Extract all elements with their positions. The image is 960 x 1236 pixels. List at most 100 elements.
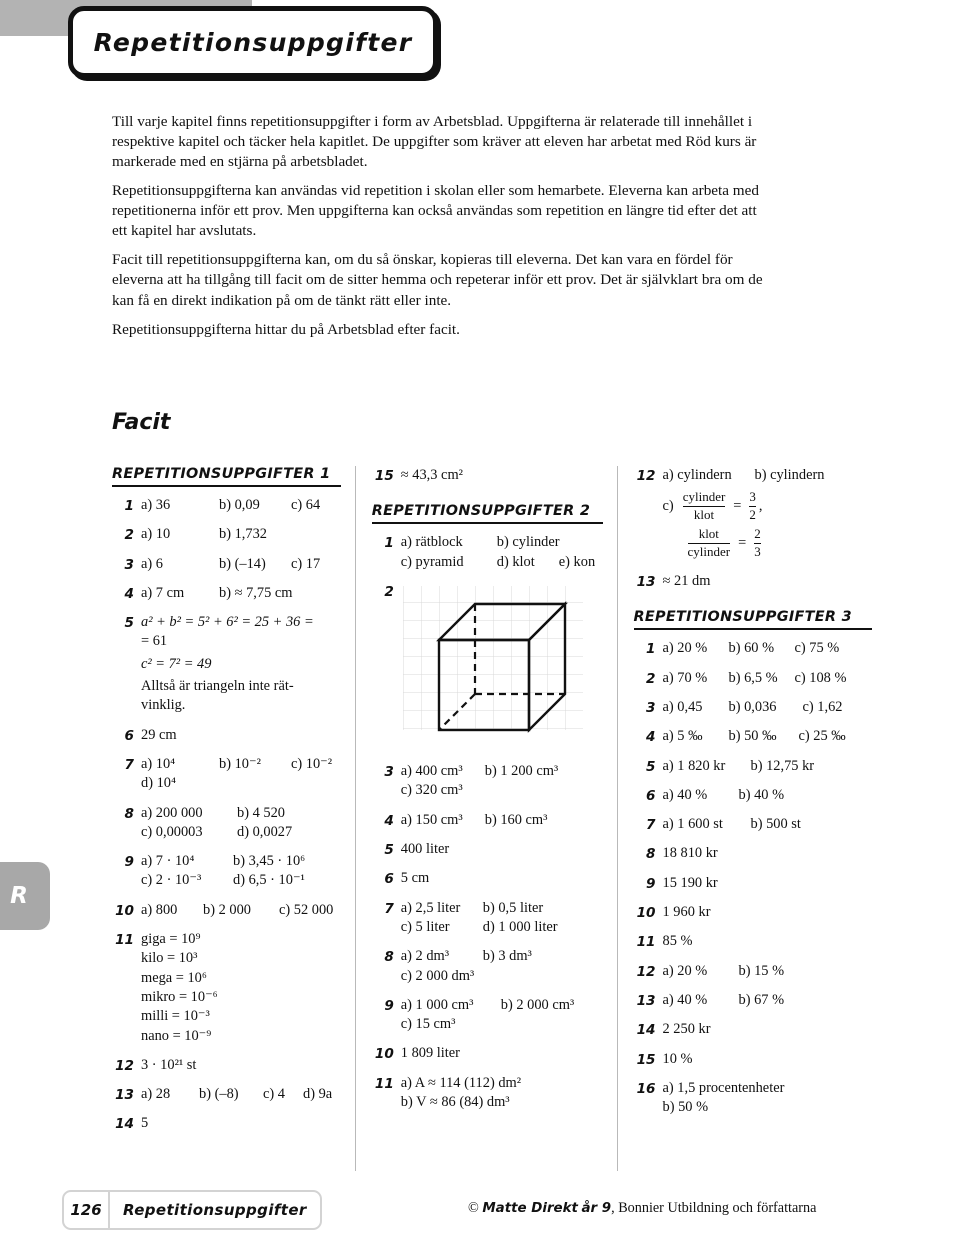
- answer-part: a) 200 000: [141, 804, 203, 821]
- answer-item: 12 a) 20 % b) 15 %: [634, 962, 872, 981]
- answer-line: Alltså är triangeln inte rät-: [141, 678, 294, 695]
- brand-year: år 9: [581, 1201, 612, 1216]
- answer-part: b) 12,75 kr: [750, 757, 815, 774]
- answer-item: 11 giga = 10⁹ kilo = 10³ mega = 10⁶ mikr…: [112, 930, 341, 1046]
- item-number: 3: [646, 699, 656, 716]
- item-number: 2: [646, 670, 656, 687]
- answer-part: b) 160 cm³: [484, 811, 548, 828]
- item-number: 3: [384, 764, 394, 781]
- item-number: 8: [646, 846, 656, 863]
- answer-part: b) 60 %: [728, 640, 775, 657]
- answer-part-label: c): [662, 498, 674, 515]
- answer-line: 5: [141, 1115, 149, 1132]
- answer-part: a) 1 000 cm³: [400, 996, 474, 1013]
- answer-item: 7 a) 10⁴ b) 10⁻² c) 10⁻² d) 10⁴: [112, 755, 341, 794]
- answer-item: 4 a) 150 cm³ b) 160 cm³: [372, 811, 603, 830]
- answer-line: c) 2 000 dm³: [400, 967, 475, 984]
- answer-part: b) 67 %: [738, 991, 785, 1008]
- answer-part: b) 2 000: [203, 901, 251, 918]
- item-number: 13: [636, 574, 656, 591]
- answer-part: a) 40 %: [662, 786, 708, 803]
- answer-item: 6 29 cm: [112, 726, 341, 745]
- intro-paragraph-3: Facit till repetitionsuppgifterna kan, o…: [112, 251, 763, 309]
- answer-item: 9 a) 7 · 10⁴ b) 3,45 · 10⁶ c) 2 · 10⁻³ d…: [112, 852, 341, 891]
- answer-line: ≈ 21 dm: [662, 573, 711, 590]
- answer-part: c) 1,62: [802, 698, 843, 715]
- item-number: 9: [384, 997, 394, 1014]
- fraction-three-halves: 3 2: [749, 489, 756, 523]
- answer-line: b) V ≈ 86 (84) dm³: [400, 1094, 510, 1111]
- brand-name: Matte Direkt: [482, 1201, 578, 1216]
- item-number: 9: [646, 875, 656, 892]
- answer-line: vinklig.: [141, 697, 186, 714]
- equals-sign: =: [738, 534, 747, 551]
- answer-column-3: 12 a) cylindern b) cylindern c) cylinder…: [616, 466, 872, 1171]
- chapter-tab-label: R: [10, 883, 28, 909]
- item-number: 2: [384, 583, 394, 600]
- answer-item: 5 a² + b² = 5² + 6² = 25 + 36 = = 61 c² …: [112, 613, 341, 715]
- answer-part: b) (–8): [199, 1086, 239, 1103]
- answer-line: giga = 10⁹: [141, 931, 201, 948]
- item-number: 16: [636, 1080, 656, 1097]
- answer-part: c) 0,00003: [141, 823, 203, 840]
- item-number: 5: [646, 758, 656, 775]
- answer-column-2: 15 ≈ 43,3 cm² REPETITIONSUPPGIFTER 2 1 a…: [354, 466, 617, 1171]
- answer-part: a) 5 ‰: [662, 728, 703, 745]
- fraction-denominator: 3: [754, 543, 761, 560]
- answer-part: b) 3 dm³: [482, 948, 532, 965]
- answer-part: c) 64: [291, 497, 321, 513]
- answer-part: a) 70 %: [662, 669, 708, 686]
- answer-part: b) cylindern: [754, 467, 825, 483]
- answer-part: c) 17: [291, 555, 321, 572]
- answer-part: a) 20 %: [662, 962, 708, 979]
- answer-item: 3 a) 6 b) (–14) c) 17: [112, 555, 341, 574]
- answer-item: 1 a) rätblock b) cylinder c) pyramid d) …: [372, 533, 603, 572]
- answer-item: 2 a) 70 % b) 6,5 % c) 108 %: [634, 669, 872, 688]
- answer-line: 5 cm: [400, 870, 430, 887]
- copyright-line: © Matte Direkt år 9, Bonnier Utbildning …: [468, 1200, 816, 1217]
- fraction-numerator: klot: [698, 526, 719, 542]
- answer-part: c) 10⁻²: [291, 755, 333, 772]
- item-number: 15: [374, 468, 394, 484]
- cube-figure: [402, 584, 603, 742]
- item-number: 10: [115, 902, 134, 919]
- answer-item: 13 a) 28 b) (–8) c) 4 d) 9a: [112, 1085, 341, 1104]
- answer-part: b) ≈ 7,75 cm: [219, 584, 293, 601]
- answer-part: a) 36: [141, 497, 171, 513]
- answer-line: 85 %: [662, 933, 693, 950]
- answer-line: a) A ≈ 114 (112) dm²: [400, 1074, 522, 1091]
- answer-line: 1 960 kr: [662, 904, 711, 921]
- item-number: 9: [124, 854, 134, 871]
- item-number: 12: [636, 963, 656, 980]
- answer-line: mega = 10⁶: [141, 969, 207, 986]
- intro-text: Till varje kapitel finns repetitionsuppg…: [112, 112, 772, 349]
- answer-part: a) 10: [141, 526, 171, 543]
- item-number: 10: [636, 905, 656, 922]
- answer-part: b) 40 %: [738, 786, 785, 803]
- item-number: 1: [124, 498, 134, 514]
- answer-item: 2 a) 10 b) 1,732: [112, 525, 341, 544]
- answer-columns: REPETITIONSUPPGIFTER 1 1 a) 36 b) 0,09 c…: [112, 466, 872, 1171]
- answer-part: a) rätblock: [400, 534, 463, 551]
- answer-line: = 61: [141, 633, 168, 650]
- answer-item: 5 400 liter: [372, 840, 603, 859]
- answer-item: 10 1 960 kr: [634, 903, 872, 922]
- answer-item: 14 5: [112, 1114, 341, 1133]
- answer-part: b) 0,09: [219, 497, 260, 513]
- answer-part: b) 6,5 %: [728, 669, 778, 686]
- answer-line: milli = 10⁻³: [141, 1008, 210, 1025]
- answer-part: a) 0,45: [662, 698, 703, 715]
- answer-part: c) 108 %: [794, 669, 847, 686]
- item-number: 5: [124, 615, 134, 632]
- answer-part: b) 4 520: [237, 804, 285, 821]
- answer-item: 13 ≈ 21 dm: [634, 572, 872, 591]
- section-heading-rep1: REPETITIONSUPPGIFTER 1: [112, 466, 341, 487]
- answer-item: 13 a) 40 % b) 67 %: [634, 991, 872, 1010]
- item-number: 5: [384, 842, 394, 859]
- answer-item: 9 a) 1 000 cm³ b) 2 000 cm³ c) 15 cm³: [372, 996, 603, 1035]
- intro-paragraph-4: Repetitionsuppgifterna hittar du på Arbe…: [112, 320, 460, 338]
- answer-column-1: REPETITIONSUPPGIFTER 1 1 a) 36 b) 0,09 c…: [112, 466, 355, 1171]
- item-number: 6: [384, 871, 394, 888]
- answer-item: 3 a) 400 cm³ b) 1 200 cm³ c) 320 cm³: [372, 762, 603, 801]
- answer-line: kilo = 10³: [141, 950, 198, 967]
